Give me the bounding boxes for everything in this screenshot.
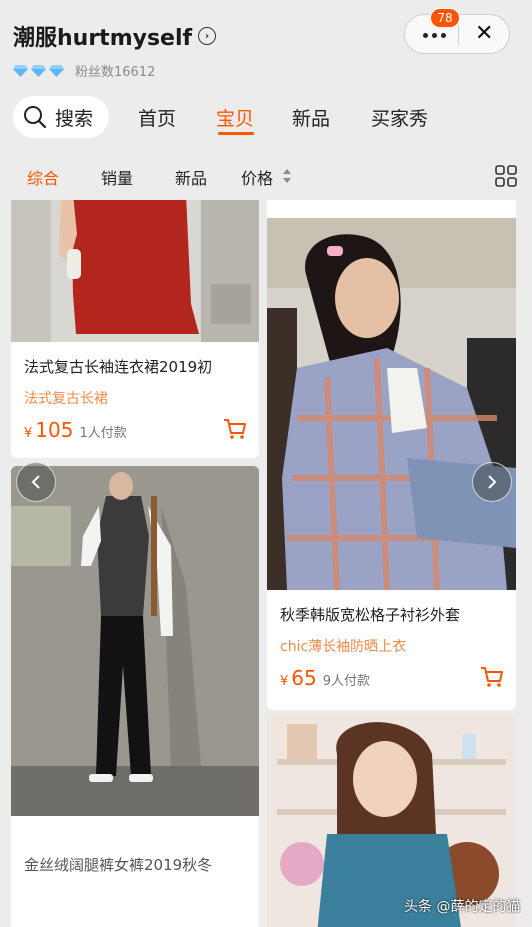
product-photo xyxy=(11,466,259,816)
shop-name-text: 潮服hurtmyself xyxy=(13,26,193,51)
tab-products[interactable]: 宝贝 xyxy=(216,104,254,131)
carousel-next-button[interactable] xyxy=(472,462,512,502)
sort-default[interactable]: 综合 xyxy=(27,165,59,189)
sort-arrows-icon xyxy=(283,169,291,183)
chevron-right-icon[interactable]: › xyxy=(198,27,217,45)
active-tab-indicator xyxy=(218,132,254,135)
sort-sales[interactable]: 销量 xyxy=(101,165,133,189)
notification-badge: 78 xyxy=(430,8,460,28)
product-title: 秋季韩版宽松格子衬衫外套 xyxy=(280,606,461,624)
sold-count: 1人付款 xyxy=(79,426,127,441)
product-photo xyxy=(267,218,516,590)
product-subtitle: chic薄长袖防晒上衣 xyxy=(280,639,407,655)
fans-count: 粉丝数16612 xyxy=(75,65,156,80)
product-photo xyxy=(11,200,259,342)
product-card[interactable]: 法式复古长袖连衣裙2019初 法式复古长裙 ¥ 105 1人付款 xyxy=(11,200,259,458)
grid-view-icon[interactable] xyxy=(495,165,517,187)
capsule-divider xyxy=(458,25,459,45)
search-label: 搜索 xyxy=(55,107,94,130)
product-card[interactable]: 金丝绒阔腿裤女裤2019秋冬 xyxy=(11,466,259,927)
carousel-prev-button[interactable] xyxy=(16,462,56,502)
tab-buyer-show[interactable]: 买家秀 xyxy=(371,104,428,131)
product-price: ¥ 105 1人付款 xyxy=(24,418,127,442)
search-icon xyxy=(24,106,47,129)
sort-new[interactable]: 新品 xyxy=(175,165,207,189)
chevron-right-icon xyxy=(488,475,497,489)
diamond-icon xyxy=(49,64,64,77)
chevron-left-icon xyxy=(31,475,40,489)
diamond-icon xyxy=(13,64,28,77)
cart-icon[interactable] xyxy=(480,666,504,688)
sort-price[interactable]: 价格 xyxy=(241,165,273,189)
product-card[interactable]: 秋季韩版宽松格子衬衫外套 chic薄长袖防晒上衣 ¥ 65 9人付款 xyxy=(267,200,516,710)
tab-home[interactable]: 首页 xyxy=(138,104,176,131)
product-price: ¥ 65 9人付款 xyxy=(280,666,370,690)
price-value: 65 xyxy=(291,666,317,690)
product-subtitle: 法式复古长裙 xyxy=(24,391,108,407)
diamond-icon xyxy=(31,64,46,77)
close-icon[interactable]: ✕ xyxy=(475,21,493,46)
cart-icon[interactable] xyxy=(223,418,247,440)
product-title: 法式复古长袖连衣裙2019初 xyxy=(24,358,213,376)
shop-name[interactable]: 潮服hurtmyself › xyxy=(13,20,217,52)
currency-symbol: ¥ xyxy=(280,674,289,689)
search-button[interactable]: 搜索 xyxy=(13,96,109,138)
price-value: 105 xyxy=(35,418,74,442)
product-feed: 法式复古长袖连衣裙2019初 法式复古长裙 ¥ 105 1人付款 金丝绒阔腿裤女… xyxy=(0,200,532,927)
product-title: 金丝绒阔腿裤女裤2019秋冬 xyxy=(24,856,213,874)
tab-new[interactable]: 新品 xyxy=(292,104,330,131)
shop-rating: 粉丝数16612 xyxy=(13,61,155,80)
currency-symbol: ¥ xyxy=(24,426,33,441)
more-icon[interactable] xyxy=(423,33,446,38)
sold-count: 9人付款 xyxy=(322,674,371,689)
watermark: 头条 @薛的定的猫 xyxy=(404,899,521,915)
